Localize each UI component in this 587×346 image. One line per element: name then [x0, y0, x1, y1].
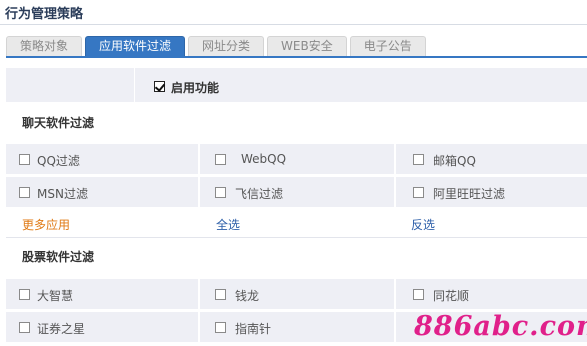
select-all-link[interactable]: 全选 [216, 216, 240, 233]
mail-qq-checkbox[interactable] [413, 154, 424, 165]
tonghuashun-label: 同花顺 [433, 289, 470, 303]
fetion-label: 飞信过滤 [235, 187, 284, 201]
tab-url-category[interactable]: 网址分类 [188, 36, 265, 56]
zhengquanzhixing-label: 证券之星 [37, 322, 86, 336]
site-watermark: 886abc.com [414, 311, 587, 342]
stock-row-1: 大智慧 钱龙 同花顺 [6, 279, 587, 309]
dazhihui-checkbox[interactable] [19, 289, 30, 300]
option-aliwangwang[interactable]: 阿里旺旺过滤 [396, 177, 587, 207]
title-divider [0, 24, 587, 25]
option-qq[interactable]: QQ过滤 [6, 144, 198, 174]
section-divider [6, 237, 587, 238]
option-mail-qq[interactable]: 邮箱QQ [396, 144, 587, 174]
tonghuashun-checkbox[interactable] [413, 289, 424, 300]
option-webqq[interactable]: WebQQ [200, 144, 394, 174]
tab-web-security[interactable]: WEB安全 [267, 36, 347, 56]
more-apps-link[interactable]: 更多应用 [22, 216, 70, 233]
option-msn[interactable]: MSN过滤 [6, 177, 198, 207]
column-divider [394, 312, 396, 342]
dazhihui-label: 大智慧 [37, 289, 74, 303]
tab-bar: 策略对象 应用软件过滤 网址分类 WEB安全 电子公告 [6, 36, 429, 56]
qianlong-label: 钱龙 [235, 289, 260, 303]
zhinanzhen-checkbox[interactable] [215, 322, 226, 333]
enable-checkbox[interactable] [154, 81, 165, 92]
enable-row: 启用功能 [6, 68, 587, 102]
qianlong-checkbox[interactable] [215, 289, 226, 300]
option-qianlong[interactable]: 钱龙 [200, 279, 394, 309]
zhinanzhen-label: 指南针 [235, 322, 272, 336]
page-title: 行为管理策略 [5, 7, 84, 22]
tab-underline [6, 56, 587, 58]
enable-divider [134, 68, 135, 102]
aliwangwang-label: 阿里旺旺过滤 [433, 187, 506, 201]
zhengquanzhixing-checkbox[interactable] [19, 322, 30, 333]
qq-checkbox[interactable] [19, 154, 30, 165]
tab-policy-object[interactable]: 策略对象 [6, 36, 83, 56]
enable-label: 启用功能 [171, 81, 220, 95]
stock-section-title: 股票软件过滤 [22, 250, 95, 264]
option-tonghuashun[interactable]: 同花顺 [396, 279, 587, 309]
aliwangwang-checkbox[interactable] [413, 187, 424, 198]
option-zhengquanzhixing[interactable]: 证券之星 [6, 312, 198, 342]
chat-row-1: QQ过滤 WebQQ 邮箱QQ [6, 144, 587, 174]
qq-label: QQ过滤 [37, 154, 80, 168]
tab-app-filter[interactable]: 应用软件过滤 [85, 36, 186, 56]
fetion-checkbox[interactable] [215, 187, 226, 198]
tab-bulletin[interactable]: 电子公告 [349, 36, 426, 56]
option-zhinanzhen[interactable]: 指南针 [200, 312, 394, 342]
webqq-label: WebQQ [241, 152, 287, 166]
option-dazhihui[interactable]: 大智慧 [6, 279, 198, 309]
chat-actions: 更多应用 全选 反选 [6, 210, 587, 236]
option-fetion[interactable]: 飞信过滤 [200, 177, 394, 207]
chat-row-2: MSN过滤 飞信过滤 阿里旺旺过滤 [6, 177, 587, 207]
msn-checkbox[interactable] [19, 187, 30, 198]
msn-label: MSN过滤 [37, 187, 88, 201]
invert-select-link[interactable]: 反选 [411, 216, 435, 233]
chat-section-title: 聊天软件过滤 [22, 116, 95, 130]
webqq-checkbox[interactable] [215, 154, 226, 165]
mail-qq-label: 邮箱QQ [433, 154, 476, 168]
